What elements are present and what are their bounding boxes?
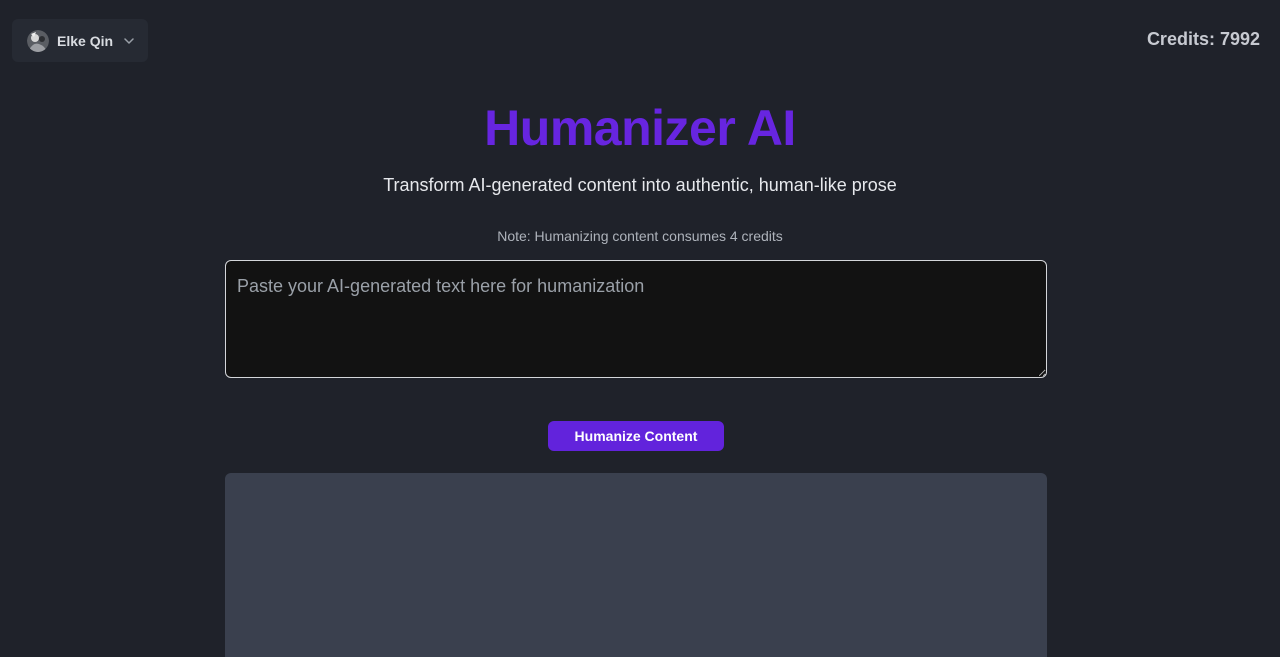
page-title: Humanizer AI: [484, 100, 796, 156]
avatar: [27, 29, 49, 52]
humanized-output-panel: [225, 473, 1047, 657]
user-avatar-icon: [27, 29, 49, 52]
chevron-down-icon: [123, 35, 135, 47]
user-menu[interactable]: Elke Qin: [12, 19, 148, 62]
user-name: Elke Qin: [57, 32, 114, 49]
humanize-content-button[interactable]: Humanize Content: [548, 421, 724, 451]
credit-cost-note: Note: Humanizing content consumes 4 cred…: [497, 228, 783, 244]
ai-text-input[interactable]: [225, 260, 1047, 378]
credits-counter: Credits: 7992: [1146, 29, 1260, 49]
page-subtitle: Transform AI-generated content into auth…: [383, 175, 897, 195]
